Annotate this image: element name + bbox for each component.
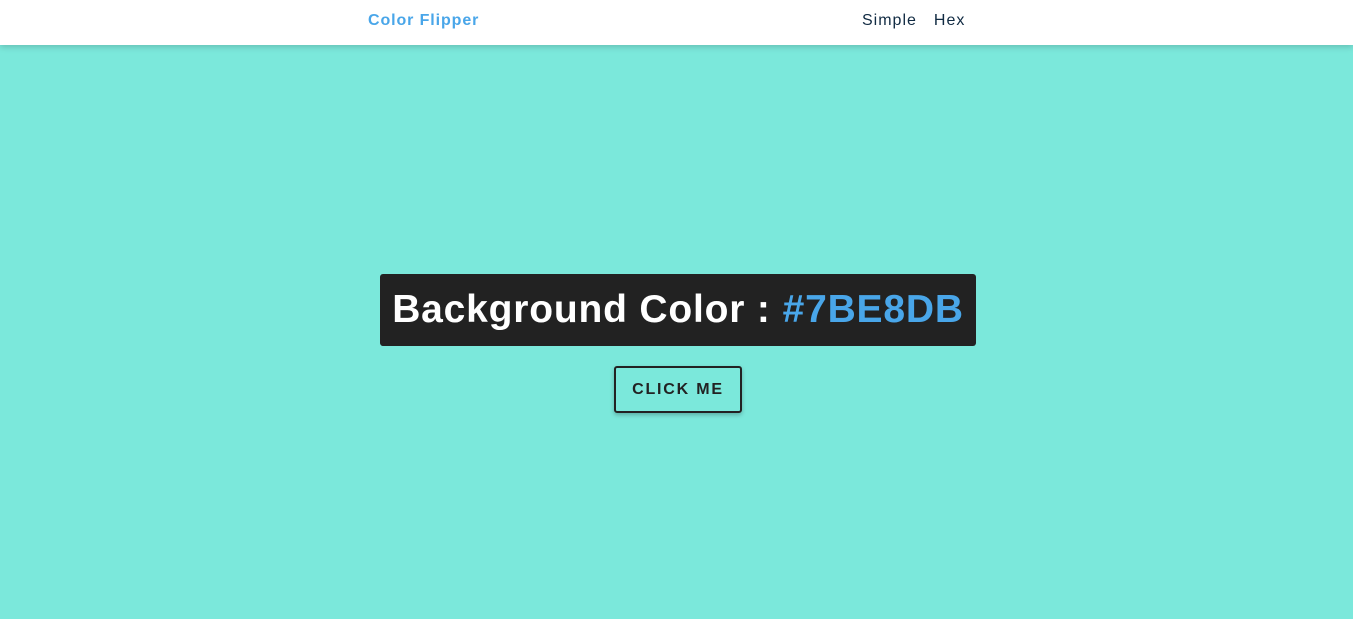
nav-item-hex: Hex xyxy=(934,11,965,31)
color-value: #7BE8DB xyxy=(782,287,964,331)
color-display: Background Color : #7BE8DB xyxy=(380,273,976,346)
nav-item-simple: Simple xyxy=(862,11,917,31)
nav-links: Simple Hex xyxy=(862,11,965,31)
nav-link-simple[interactable]: Simple xyxy=(862,12,917,29)
click-me-button[interactable]: CLICK ME xyxy=(614,366,742,413)
navbar: Color Flipper Simple Hex xyxy=(0,0,1353,45)
color-label: Background Color : xyxy=(392,287,771,331)
main-container: Background Color : #7BE8DB CLICK ME xyxy=(0,45,1353,619)
nav-link-hex[interactable]: Hex xyxy=(934,12,965,29)
brand-link[interactable]: Color Flipper xyxy=(368,11,479,31)
